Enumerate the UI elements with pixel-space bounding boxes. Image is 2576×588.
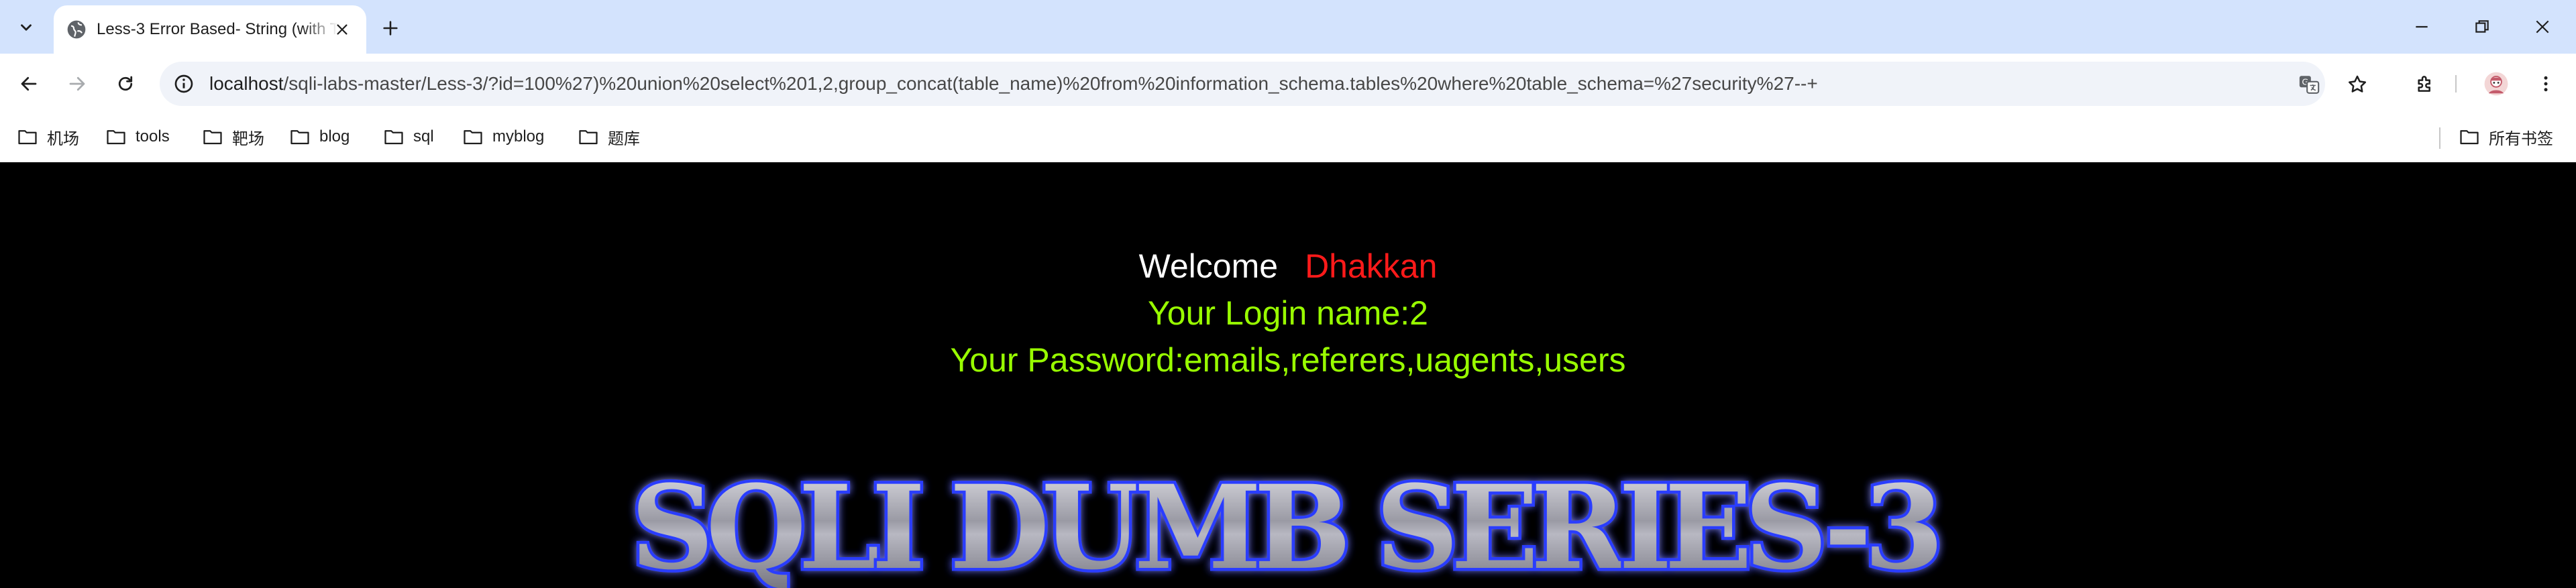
bookmark-folder[interactable]: 靶场 bbox=[203, 122, 264, 152]
bookmarks-divider bbox=[2439, 127, 2440, 149]
tab-strip: Less-3 Error Based- String (with Twist) bbox=[0, 0, 2576, 54]
folder-icon bbox=[2460, 130, 2479, 145]
minimize-icon bbox=[2416, 25, 2428, 28]
reload-icon bbox=[118, 76, 133, 91]
folder-icon bbox=[290, 130, 309, 145]
extensions-icon bbox=[2418, 76, 2430, 92]
bookmark-folder[interactable]: sql bbox=[384, 122, 434, 152]
avatar-icon bbox=[2484, 72, 2508, 96]
series-banner: SQLI DUMB SERIES-3 bbox=[617, 457, 1959, 588]
bookmark-label: 机场 bbox=[47, 129, 79, 148]
folder-icon bbox=[203, 130, 222, 145]
folder-icon bbox=[579, 130, 598, 145]
close-tab-button[interactable] bbox=[330, 17, 354, 42]
banner-text: SQLI DUMB SERIES-3 bbox=[631, 459, 1945, 588]
bookmark-folder[interactable]: tools bbox=[106, 122, 170, 152]
bookmark-label: 题库 bbox=[608, 129, 640, 148]
url-host: localhost bbox=[209, 73, 284, 94]
tab-title: Less-3 Error Based- String (with Twist) bbox=[97, 20, 338, 38]
bookmark-label: sql bbox=[413, 127, 434, 145]
series-banner-image: SQLI DUMB SERIES-3 bbox=[628, 457, 1947, 588]
page-content: Welcome Dhakkan Your Login name:2 Your Pa… bbox=[0, 162, 2576, 588]
bookmarks-bar: 机场 tools 靶场 blog sql myblog 题库 所有书签 bbox=[0, 114, 2576, 163]
reload-button[interactable] bbox=[109, 67, 142, 101]
folder-icon bbox=[384, 130, 403, 145]
all-bookmarks-button[interactable]: 所有书签 bbox=[2459, 122, 2553, 152]
bookmark-folder[interactable]: myblog bbox=[463, 122, 544, 152]
welcome-text: Welcome bbox=[1138, 247, 1279, 285]
bookmark-label: tools bbox=[136, 127, 170, 145]
login-name-result: Your Login name:2 bbox=[1148, 294, 1428, 332]
bookmark-folder[interactable]: 题库 bbox=[578, 122, 640, 152]
bookmark-label: myblog bbox=[492, 127, 545, 145]
plus-icon bbox=[383, 21, 398, 36]
forward-icon bbox=[69, 76, 85, 91]
bookmark-folder[interactable]: 机场 bbox=[17, 122, 79, 152]
toolbar: localhost/sqli-labs-master/Less-3/?id=10… bbox=[0, 54, 2576, 114]
folder-icon bbox=[464, 130, 482, 145]
bookmark-label: blog bbox=[319, 127, 350, 145]
bookmark-label: 靶场 bbox=[232, 129, 264, 148]
address-bar[interactable]: localhost/sqli-labs-master/Less-3/?id=10… bbox=[160, 62, 2366, 106]
profile-button[interactable] bbox=[2479, 67, 2513, 101]
url-path: /sqli-labs-master/Less-3/?id=100%27)%20u… bbox=[283, 73, 1818, 94]
info-icon[interactable] bbox=[173, 73, 195, 95]
close-icon bbox=[337, 24, 347, 35]
toolbar-divider bbox=[2455, 75, 2457, 93]
translate-button[interactable]: G bbox=[2296, 71, 2322, 98]
welcome-line: Welcome Dhakkan bbox=[0, 243, 2576, 290]
active-tab[interactable]: Less-3 Error Based- String (with Twist) bbox=[54, 5, 366, 54]
restore-button[interactable] bbox=[2462, 11, 2502, 43]
new-tab-button[interactable] bbox=[376, 13, 405, 43]
url-text[interactable]: localhost/sqli-labs-master/Less-3/?id=10… bbox=[209, 62, 1953, 106]
close-icon bbox=[2536, 20, 2549, 34]
forward-button[interactable] bbox=[60, 67, 94, 101]
folder-icon bbox=[18, 130, 37, 145]
star-icon bbox=[2349, 75, 2366, 93]
browser-menu-button[interactable] bbox=[2529, 67, 2563, 101]
tab-search-button[interactable] bbox=[7, 12, 46, 43]
back-icon bbox=[21, 76, 37, 91]
translate-icon: G bbox=[2299, 76, 2320, 94]
tab-search-icon bbox=[21, 24, 32, 31]
minimize-button[interactable] bbox=[2402, 11, 2442, 43]
back-button[interactable] bbox=[12, 67, 46, 101]
globe-icon bbox=[67, 20, 86, 39]
bookmark-folder[interactable]: blog bbox=[290, 122, 350, 152]
bookmark-star-button[interactable] bbox=[2344, 71, 2371, 98]
close-window-button[interactable] bbox=[2522, 11, 2563, 43]
folder-icon bbox=[107, 130, 125, 145]
all-bookmarks-label: 所有书签 bbox=[2489, 129, 2553, 148]
restore-icon bbox=[2475, 20, 2489, 33]
extensions-button[interactable] bbox=[2408, 67, 2442, 101]
menu-icon bbox=[2544, 76, 2548, 92]
user-name: Dhakkan bbox=[1305, 247, 1438, 285]
password-result: Your Password:emails,referers,uagents,us… bbox=[950, 341, 1626, 379]
